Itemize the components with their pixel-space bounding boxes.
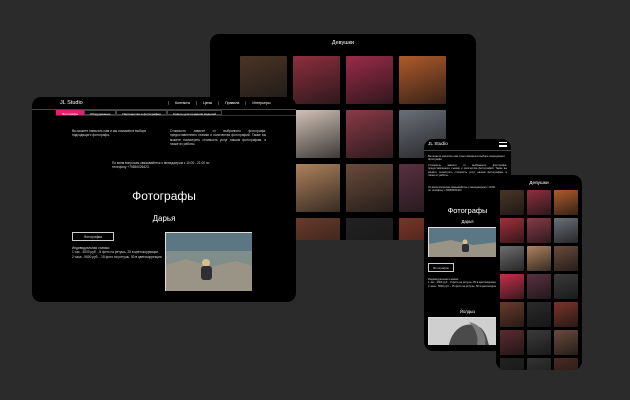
site-logo[interactable]: JL Studio (60, 100, 168, 106)
photographer-name: Дарья (152, 214, 176, 223)
price-line-2: 2 часа - 5600 руб. - 15 фото на ретушь, … (72, 254, 162, 259)
photo-thumb-image (500, 274, 524, 299)
price-line-1: 1 час - 3000 руб. - 8 фото на ретушь, 25… (72, 250, 159, 255)
mobile-works-button[interactable]: Фотографии (428, 263, 454, 272)
photo-thumb[interactable] (399, 56, 446, 104)
photo-thumb-image (293, 218, 340, 240)
page-heading: Фотографы (132, 189, 196, 203)
photo-thumb-image (554, 302, 578, 327)
photo-thumb[interactable] (346, 110, 393, 158)
photo-thumb[interactable] (554, 246, 578, 271)
photo-thumb-image (346, 56, 393, 104)
photo-thumb[interactable] (527, 302, 551, 327)
photo-thumb-image (554, 358, 578, 370)
price-block: Индивидуальная съемка: 1 час - 3000 руб.… (72, 246, 162, 259)
photo-thumb[interactable] (293, 56, 340, 104)
photo-thumb[interactable] (500, 358, 524, 370)
photo-thumb-image (500, 246, 524, 271)
tab-equipment[interactable]: Оборудование (83, 110, 117, 116)
photo-thumb-image (554, 330, 578, 355)
photo-thumb[interactable] (500, 190, 524, 215)
intro-text-right: Стоимость зависит от выбранного фотограф… (170, 129, 266, 146)
site-header: JL Studio Контакты Цены Правила Интерьер… (32, 97, 296, 110)
mobile-intro-2: Стоимость зависит от выбранного фотограф… (428, 164, 507, 178)
mobile-header: JL Studio (424, 139, 511, 151)
photo-thumb-image (500, 190, 524, 215)
photo-thumb[interactable] (346, 56, 393, 104)
nav-item-rules[interactable]: Правила (218, 101, 245, 105)
photographer-photo-image (166, 233, 252, 291)
mobile-intro-1: Вы можете написать нам и мы поможем в вы… (428, 155, 505, 162)
photo-thumb-image (293, 56, 340, 104)
menu-icon[interactable] (499, 142, 507, 147)
photographer-photo[interactable] (165, 232, 252, 291)
photo-thumb[interactable] (346, 164, 393, 212)
section-tabs: Фотографы Оборудование Партнерство в фот… (56, 110, 296, 116)
photo-thumb[interactable] (527, 218, 551, 243)
photo-thumb-image (554, 190, 578, 215)
mobile-photo-grid (500, 190, 578, 370)
photo-thumb[interactable] (554, 330, 578, 355)
photo-thumb-image (500, 358, 524, 370)
photo-thumb[interactable] (527, 330, 551, 355)
photo-thumb-image (346, 164, 393, 212)
photo-thumb-image (527, 246, 551, 271)
desktop-mockup: JL Studio Контакты Цены Правила Интерьер… (32, 97, 296, 302)
nav-item-interiors[interactable]: Интерьеры (245, 101, 276, 105)
photo-thumb-image (346, 218, 393, 240)
photo-thumb-image (527, 190, 551, 215)
photo-thumb[interactable] (554, 190, 578, 215)
photo-thumb-image (500, 218, 524, 243)
photo-thumb-image (500, 302, 524, 327)
gallery-title: Девушки (331, 40, 355, 46)
tab-photographers[interactable]: Фотографы (56, 110, 84, 116)
photo-thumb[interactable] (293, 218, 340, 240)
photo-thumb-image (527, 218, 551, 243)
photo-thumb-image (500, 330, 524, 355)
mobile-logo[interactable]: JL Studio (428, 142, 448, 147)
intro-text-left: Вы можете написать нам и мы поможем в вы… (72, 129, 147, 138)
tab-model-tips[interactable]: Советы для создания моделей (166, 110, 222, 116)
photo-thumb-image (293, 110, 340, 158)
photo-thumb[interactable] (554, 218, 578, 243)
contact-text: По всем вопросам связывайтесь с менеджер… (112, 161, 210, 170)
photo-thumb-image (346, 110, 393, 158)
nav-item-contacts[interactable]: Контакты (168, 101, 196, 105)
photo-thumb-image (554, 218, 578, 243)
photo-thumb[interactable] (293, 110, 340, 158)
photo-thumb[interactable] (293, 164, 340, 212)
photo-thumb-image (527, 358, 551, 370)
mobile-gallery-mockup: Девушки (496, 175, 582, 370)
photo-thumb-image (554, 274, 578, 299)
photo-thumb-image (527, 302, 551, 327)
photo-thumb[interactable] (554, 358, 578, 370)
photo-thumb-image (293, 164, 340, 212)
photo-thumb[interactable] (554, 302, 578, 327)
photo-thumb[interactable] (346, 218, 393, 240)
photo-thumb[interactable] (527, 274, 551, 299)
photo-thumb[interactable] (527, 246, 551, 271)
photo-thumb[interactable] (500, 218, 524, 243)
photo-thumb[interactable] (527, 358, 551, 370)
photo-thumb[interactable] (500, 246, 524, 271)
nav-item-prices[interactable]: Цены (196, 101, 218, 105)
photo-thumb-image (527, 274, 551, 299)
photo-thumb[interactable] (527, 190, 551, 215)
photo-thumb[interactable] (500, 274, 524, 299)
tab-partnership[interactable]: Партнерство в фотографии (116, 110, 167, 116)
top-nav: Контакты Цены Правила Интерьеры (168, 101, 276, 105)
photo-thumb-image (554, 246, 578, 271)
photo-thumb[interactable] (500, 302, 524, 327)
works-button[interactable]: Фотографии (72, 232, 114, 241)
mobile-gallery-title: Девушки (529, 181, 549, 186)
photo-thumb[interactable] (500, 330, 524, 355)
photo-thumb[interactable] (554, 274, 578, 299)
photo-thumb-image (399, 56, 446, 104)
photo-thumb-image (527, 330, 551, 355)
